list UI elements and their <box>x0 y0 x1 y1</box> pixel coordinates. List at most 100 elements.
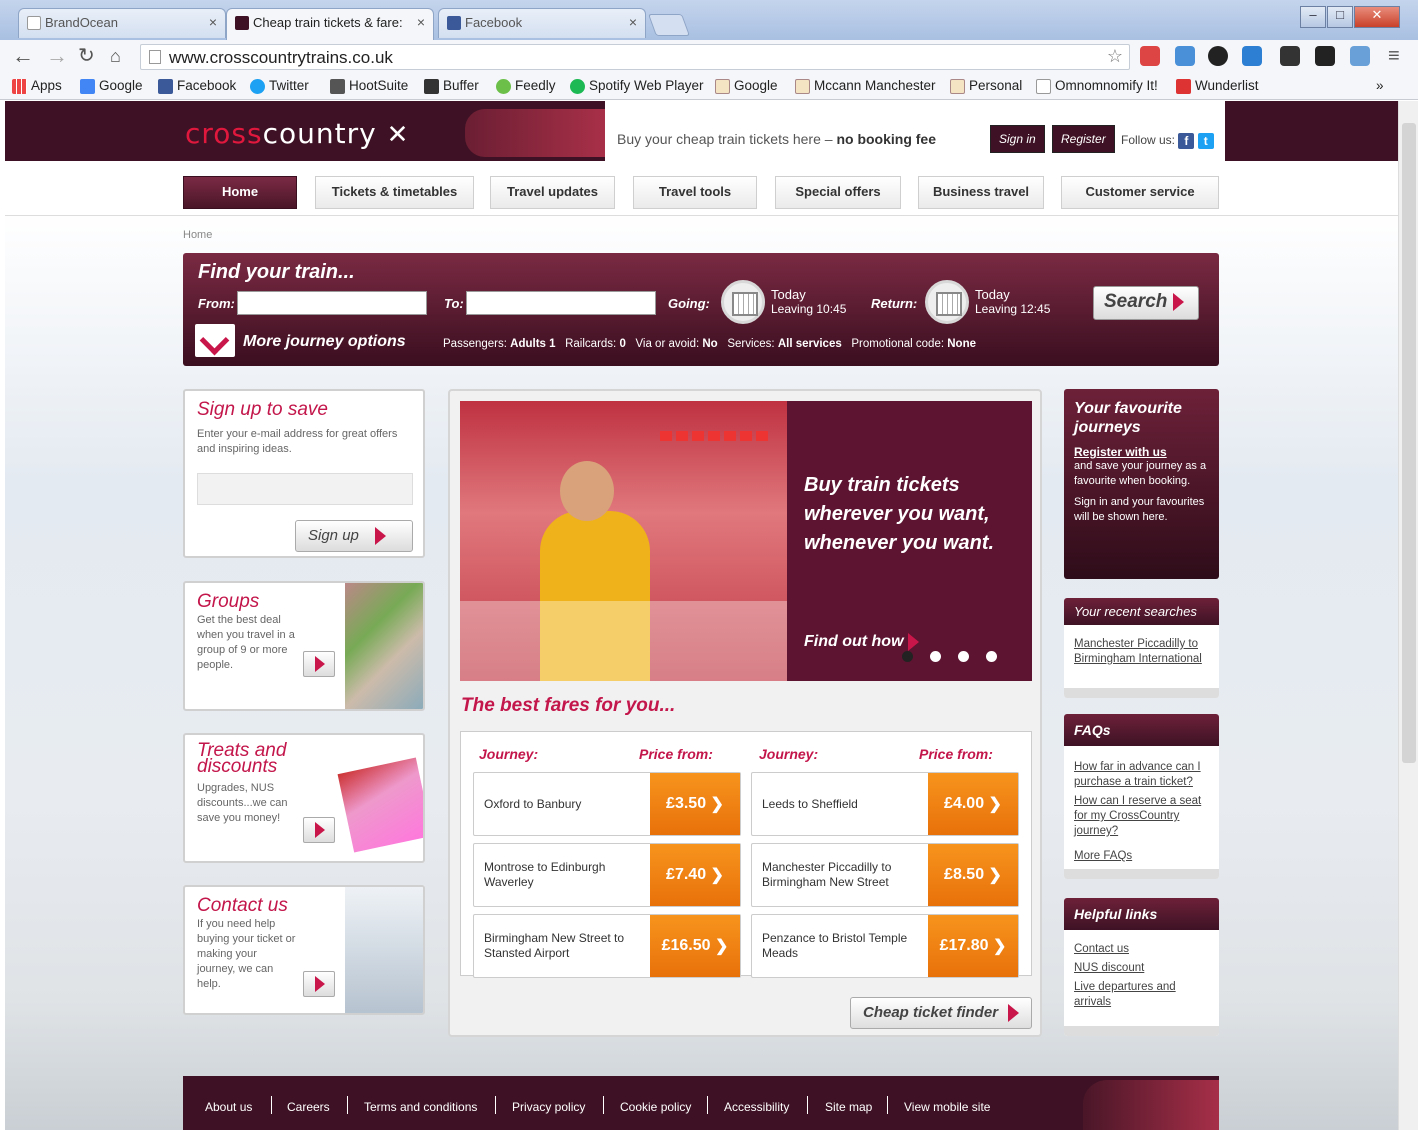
treats-arrow-button[interactable] <box>303 817 335 843</box>
scrollbar-thumb[interactable] <box>1402 123 1416 763</box>
minimize-button[interactable]: – <box>1300 6 1326 28</box>
nav-tickets-timetables[interactable]: Tickets & timetables <box>315 176 474 209</box>
from-input[interactable] <box>237 291 427 315</box>
register-with-us-link[interactable]: Register with us <box>1074 445 1209 459</box>
bookmark-folder-personal[interactable]: Personal <box>950 78 1022 94</box>
faq-link[interactable]: How far in advance can I purchase a trai… <box>1064 760 1219 790</box>
carousel-dot-active[interactable] <box>902 651 913 662</box>
more-faqs-link[interactable]: More FAQs <box>1064 849 1219 864</box>
translate-icon[interactable] <box>1175 46 1195 66</box>
recent-search-link[interactable]: Manchester Piccadilly to Birmingham Inte… <box>1064 637 1219 667</box>
bookmark-wunderlist[interactable]: Wunderlist <box>1176 78 1259 94</box>
footer-link[interactable]: About us <box>205 1100 252 1114</box>
fare-item[interactable]: Leeds to Sheffield £4.00 ❯ <box>751 772 1019 836</box>
return-datetime[interactable]: Today Leaving 12:45 <box>975 288 1050 317</box>
more-journey-options-link[interactable]: More journey options <box>243 333 406 351</box>
helpful-link[interactable]: Live departures and arrivals <box>1064 980 1219 1010</box>
bookmark-feedly[interactable]: Feedly <box>496 78 556 94</box>
tab-crosscountry[interactable]: Cheap train tickets & fare: × <box>226 8 434 40</box>
footer-link[interactable]: Accessibility <box>724 1100 789 1114</box>
bookmark-facebook[interactable]: Facebook <box>158 78 236 94</box>
bookmark-omnomnomify[interactable]: Omnomnomify It! <box>1036 78 1158 94</box>
going-datetime[interactable]: Today Leaving 10:45 <box>771 288 846 317</box>
crosscountry-logo[interactable]: crosscountry ✕ <box>185 117 409 150</box>
extension-icon[interactable] <box>1280 46 1300 66</box>
fare-item[interactable]: Manchester Piccadilly to Birmingham New … <box>751 843 1019 907</box>
bookmark-hootsuite[interactable]: HootSuite <box>330 78 408 94</box>
bookmark-twitter[interactable]: Twitter <box>250 78 309 94</box>
fare-price: £3.50 ❯ <box>650 773 740 835</box>
nav-travel-tools[interactable]: Travel tools <box>633 176 757 209</box>
menu-icon[interactable]: ≡ <box>1388 44 1400 68</box>
bookmark-google[interactable]: Google <box>80 78 143 94</box>
home-icon[interactable]: ⌂ <box>110 44 121 68</box>
footer-link[interactable]: View mobile site <box>904 1100 990 1114</box>
footer-link[interactable]: Privacy policy <box>512 1100 585 1114</box>
tab-brandocean[interactable]: BrandOcean × <box>18 8 226 38</box>
close-tab-icon[interactable]: × <box>629 14 637 30</box>
chevron-down-icon[interactable] <box>195 324 235 357</box>
search-button[interactable]: Search <box>1093 286 1199 320</box>
carousel-dot[interactable] <box>986 651 997 662</box>
nav-customer-service[interactable]: Customer service <box>1061 176 1219 209</box>
buffer-icon[interactable] <box>1315 46 1335 66</box>
extension-icon[interactable] <box>1208 46 1228 66</box>
signup-button[interactable]: Sign up <box>295 520 413 552</box>
calendar-icon[interactable] <box>721 280 765 324</box>
facebook-icon[interactable]: f <box>1178 133 1195 149</box>
faq-link[interactable]: How can I reserve a seat for my CrossCou… <box>1064 794 1219 839</box>
forward-icon[interactable]: → <box>46 44 68 68</box>
tab-facebook[interactable]: Facebook × <box>438 8 646 38</box>
address-bar[interactable]: www.crosscountrytrains.co.uk ☆ <box>140 44 1130 70</box>
find-out-how-link[interactable]: Find out how <box>804 633 919 651</box>
nav-business-travel[interactable]: Business travel <box>918 176 1044 209</box>
carousel-dot[interactable] <box>958 651 969 662</box>
contact-arrow-button[interactable] <box>303 971 335 997</box>
bookmarks-overflow-button[interactable]: » <box>1376 78 1384 93</box>
vertical-scrollbar[interactable] <box>1398 101 1418 1130</box>
close-tab-icon[interactable]: × <box>417 14 425 30</box>
reload-icon[interactable]: ↻ <box>78 44 95 68</box>
breadcrumb[interactable]: Home <box>183 229 212 241</box>
helpful-link[interactable]: NUS discount <box>1064 961 1219 976</box>
new-tab-button[interactable] <box>647 14 691 36</box>
carousel-dot[interactable] <box>930 651 941 662</box>
calendar-icon[interactable] <box>925 280 969 324</box>
nav-home[interactable]: Home <box>183 176 297 209</box>
fare-item[interactable]: Birmingham New Street to Stansted Airpor… <box>473 914 741 978</box>
email-input[interactable] <box>197 473 413 505</box>
nav-special-offers[interactable]: Special offers <box>775 176 901 209</box>
extension-icon[interactable] <box>1350 46 1370 66</box>
bookmark-folder-google[interactable]: Google <box>715 78 778 94</box>
close-window-button[interactable]: ✕ <box>1354 6 1400 28</box>
footer-link[interactable]: Site map <box>825 1100 872 1114</box>
maximize-button[interactable]: □ <box>1327 6 1353 28</box>
extension-icon[interactable] <box>1242 46 1262 66</box>
fare-item[interactable]: Oxford to Banbury £3.50 ❯ <box>473 772 741 836</box>
gmail-icon[interactable] <box>1140 46 1160 66</box>
fare-item[interactable]: Montrose to Edinburgh Waverley £7.40 ❯ <box>473 843 741 907</box>
bookmark-apps[interactable]: Apps <box>12 78 62 94</box>
bookmark-buffer[interactable]: Buffer <box>424 78 479 94</box>
cheap-ticket-finder-button[interactable]: Cheap ticket finder <box>850 997 1032 1029</box>
back-icon[interactable]: ← <box>12 44 34 68</box>
groups-box[interactable]: Groups Get the best deal when you travel… <box>183 581 425 711</box>
helpful-link[interactable]: Contact us <box>1064 942 1219 957</box>
register-button[interactable]: Register <box>1052 125 1115 153</box>
treats-box[interactable]: Treats and discounts Upgrades, NUS disco… <box>183 733 425 863</box>
to-input[interactable] <box>466 291 656 315</box>
bookmark-spotify[interactable]: Spotify Web Player <box>570 78 704 94</box>
nav-travel-updates[interactable]: Travel updates <box>490 176 615 209</box>
footer-link[interactable]: Careers <box>287 1100 330 1114</box>
twitter-icon[interactable]: t <box>1197 133 1214 149</box>
close-tab-icon[interactable]: × <box>209 14 217 30</box>
footer-link[interactable]: Terms and conditions <box>364 1100 477 1114</box>
footer-link[interactable]: Cookie policy <box>620 1100 691 1114</box>
bookmark-folder-mccann[interactable]: Mccann Manchester <box>795 78 936 94</box>
fare-item[interactable]: Penzance to Bristol Temple Meads £17.80 … <box>751 914 1019 978</box>
star-icon[interactable]: ☆ <box>1107 46 1123 67</box>
groups-arrow-button[interactable] <box>303 651 335 677</box>
hero-banner[interactable]: Buy train tickets wherever you want, whe… <box>460 401 1032 681</box>
contact-box[interactable]: Contact us If you need help buying your … <box>183 885 425 1015</box>
sign-in-button[interactable]: Sign in <box>990 125 1045 153</box>
